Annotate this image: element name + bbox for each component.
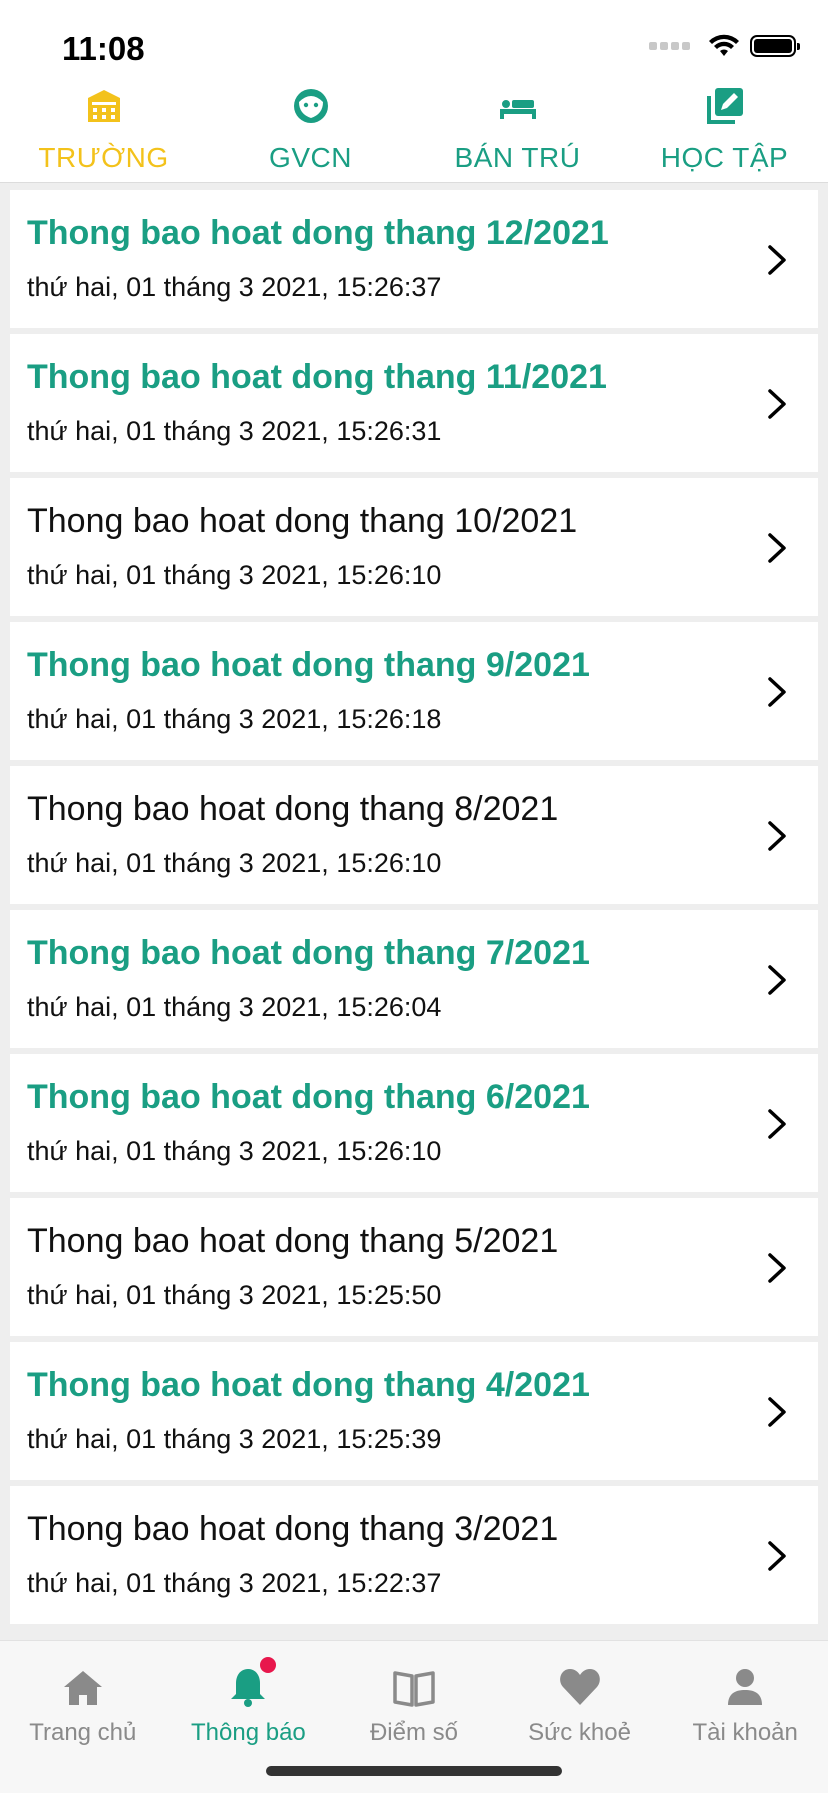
chevron-right-icon [768,1541,786,1571]
notification-title: Thong bao hoat dong thang 8/2021 [27,790,559,828]
status-bar: 11:08 [0,0,828,80]
teacher-face-icon [293,89,328,123]
notification-title: Thong bao hoat dong thang 4/2021 [27,1366,590,1404]
heart-icon [559,1669,600,1705]
category-tabs: TRƯỜNG GVCN BÁN TRÚ HỌC TẬP [0,80,828,183]
notification-title: Thong bao hoat dong thang 9/2021 [27,646,590,684]
notification-row[interactable]: Thong bao hoat dong thang 11/2021 thứ ha… [10,334,818,472]
notification-time: thứ hai, 01 tháng 3 2021, 15:22:37 [27,1568,442,1598]
notification-time: thứ hai, 01 tháng 3 2021, 15:25:39 [27,1424,442,1454]
notification-time: thứ hai, 01 tháng 3 2021, 15:26:10 [27,1136,442,1166]
chevron-right-icon [768,1109,786,1139]
wifi-icon [709,34,739,56]
notification-time: thứ hai, 01 tháng 3 2021, 15:26:10 [27,560,442,590]
nav-label: Trang chủ [29,1719,137,1746]
notification-title: Thong bao hoat dong thang 6/2021 [27,1078,590,1116]
status-time: 11:08 [62,30,145,67]
notification-row[interactable]: Thong bao hoat dong thang 9/2021 thứ hai… [10,622,818,760]
book-icon [393,1671,435,1707]
notification-title: Thong bao hoat dong thang 12/2021 [27,214,609,252]
tab-ban-tru[interactable]: BÁN TRÚ [414,80,621,182]
nav-label: Thông báo [191,1719,306,1746]
school-icon [87,90,120,122]
notification-row[interactable]: Thong bao hoat dong thang 5/2021 thứ hai… [10,1198,818,1336]
notification-time: thứ hai, 01 tháng 3 2021, 15:26:18 [27,704,442,734]
notification-time: thứ hai, 01 tháng 3 2021, 15:26:31 [27,416,442,446]
status-icons [649,34,800,58]
tab-hoc-tap[interactable]: HỌC TẬP [621,80,828,182]
tab-label: GVCN [269,142,352,173]
nav-label: Tài khoản [692,1719,798,1746]
chevron-right-icon [768,1397,786,1427]
notification-title: Thong bao hoat dong thang 7/2021 [27,934,590,972]
notification-row[interactable]: Thong bao hoat dong thang 7/2021 thứ hai… [10,910,818,1048]
notification-list: Thong bao hoat dong thang 12/2021 thứ ha… [10,190,818,1630]
tab-truong[interactable]: TRƯỜNG [0,80,207,182]
chevron-right-icon [768,389,786,419]
notification-time: thứ hai, 01 tháng 3 2021, 15:25:50 [27,1280,442,1310]
home-indicator[interactable] [266,1766,562,1776]
tab-label: HỌC TẬP [660,142,789,173]
notification-title: Thong bao hoat dong thang 5/2021 [27,1222,559,1260]
edit-notes-icon [706,88,743,124]
bed-icon [499,100,536,119]
notification-badge [260,1657,277,1673]
notification-time: thứ hai, 01 tháng 3 2021, 15:26:37 [27,272,442,302]
notification-title: Thong bao hoat dong thang 10/2021 [27,502,578,540]
nav-item-home[interactable]: Trang chủ [0,1641,166,1793]
notification-row[interactable]: Thong bao hoat dong thang 6/2021 thứ hai… [10,1054,818,1192]
person-icon [728,1669,763,1705]
nav-label: Sức khoẻ [528,1719,631,1746]
cellular-signal-icon [649,42,690,50]
notification-row[interactable]: Thong bao hoat dong thang 3/2021 thứ hai… [10,1486,818,1624]
chevron-right-icon [768,245,786,275]
tab-label: BÁN TRÚ [454,142,581,173]
notification-title: Thong bao hoat dong thang 11/2021 [27,358,607,396]
notification-title: Thong bao hoat dong thang 3/2021 [27,1510,559,1548]
nav-item-account[interactable]: Tài khoản [662,1641,828,1793]
chevron-right-icon [768,533,786,563]
battery-icon [750,35,800,57]
home-icon [63,1671,102,1705]
nav-label: Điểm số [369,1719,458,1746]
tab-gvcn[interactable]: GVCN [207,80,414,182]
tab-label: TRƯỜNG [38,142,169,173]
chevron-right-icon [768,821,786,851]
notification-row[interactable]: Thong bao hoat dong thang 8/2021 thứ hai… [10,766,818,904]
chevron-right-icon [768,677,786,707]
notification-row[interactable]: Thong bao hoat dong thang 12/2021 thứ ha… [10,190,818,328]
notification-time: thứ hai, 01 tháng 3 2021, 15:26:04 [27,992,442,1022]
notification-row[interactable]: Thong bao hoat dong thang 4/2021 thứ hai… [10,1342,818,1480]
notification-row[interactable]: Thong bao hoat dong thang 10/2021 thứ ha… [10,478,818,616]
notification-time: thứ hai, 01 tháng 3 2021, 15:26:10 [27,848,442,878]
chevron-right-icon [768,1253,786,1283]
chevron-right-icon [768,965,786,995]
